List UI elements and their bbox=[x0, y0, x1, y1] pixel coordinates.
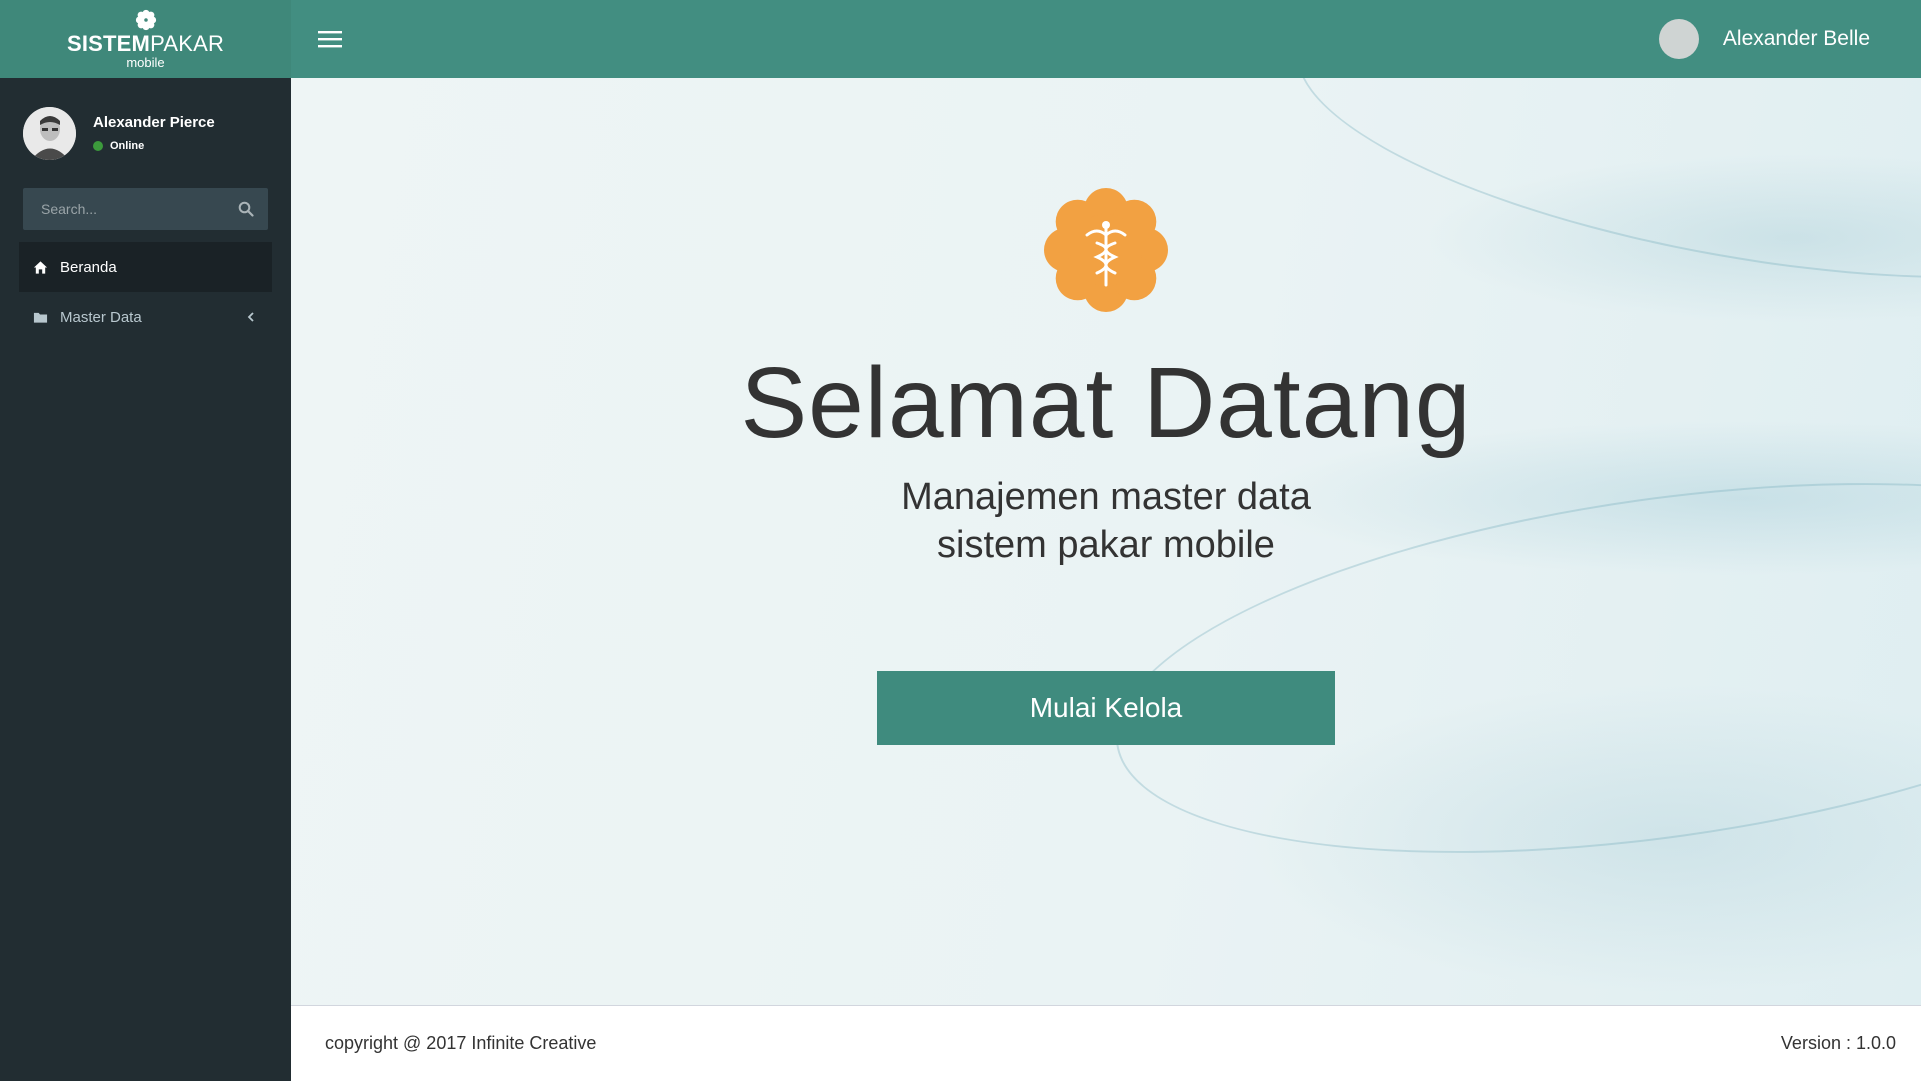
flower-logo-icon bbox=[135, 9, 156, 30]
caduceus-flower-icon bbox=[1044, 188, 1168, 312]
sidebar-item-label: Beranda bbox=[60, 258, 117, 276]
sidebar-item-master-data[interactable]: Master Data bbox=[19, 292, 272, 342]
search-input[interactable] bbox=[39, 200, 219, 218]
brand-title: SISTEMPAKAR bbox=[66, 30, 225, 56]
app-window: SISTEMPAKAR mobile Alexander Pierce Onli bbox=[0, 0, 1921, 1081]
online-dot-icon bbox=[93, 141, 103, 151]
header-user-menu[interactable]: Alexander Belle bbox=[1658, 19, 1870, 59]
start-manage-button[interactable]: Mulai Kelola bbox=[877, 671, 1335, 745]
user-info: Alexander Pierce Online bbox=[93, 114, 215, 152]
user-status-label: Online bbox=[110, 140, 145, 152]
header-user-name: Alexander Belle bbox=[1722, 27, 1870, 50]
sidebar: SISTEMPAKAR mobile Alexander Pierce Onli bbox=[0, 0, 291, 1081]
subtitle-line-2: sistem pakar mobile bbox=[937, 524, 1275, 566]
copyright-text: copyright @ 2017 Infinite Creative bbox=[325, 1033, 597, 1053]
user-panel: Alexander Pierce Online bbox=[0, 78, 291, 188]
user-name: Alexander Pierce bbox=[93, 114, 215, 131]
user-avatar-icon bbox=[23, 106, 76, 160]
header-avatar bbox=[1658, 19, 1699, 59]
main-content: Selamat Datang Manajemen master data sis… bbox=[291, 78, 1921, 1005]
page-title: Selamat Datang bbox=[740, 347, 1472, 459]
brand-logo[interactable]: SISTEMPAKAR mobile bbox=[0, 0, 291, 78]
sidebar-item-beranda[interactable]: Beranda bbox=[19, 242, 272, 292]
sidebar-search bbox=[23, 188, 268, 230]
search-icon[interactable] bbox=[238, 201, 254, 217]
hamburger-menu-icon[interactable] bbox=[318, 29, 342, 49]
home-icon bbox=[33, 260, 48, 274]
top-navbar: Alexander Belle bbox=[291, 0, 1921, 78]
footer: copyright @ 2017 Infinite Creative Versi… bbox=[291, 1005, 1921, 1081]
subtitle-line-1: Manajemen master data bbox=[901, 476, 1311, 518]
welcome-hero: Selamat Datang Manajemen master data sis… bbox=[291, 78, 1921, 1005]
folder-icon bbox=[33, 312, 48, 323]
user-status: Online bbox=[93, 140, 215, 152]
brand-title-bold: SISTEM bbox=[66, 30, 151, 56]
sidebar-menu: Beranda Master Data bbox=[0, 242, 291, 342]
version-text: Version : 1.0.0 bbox=[1780, 1033, 1896, 1053]
brand-subtitle: mobile bbox=[126, 54, 165, 70]
brand-title-regular: PAKAR bbox=[150, 30, 225, 56]
chevron-left-icon[interactable] bbox=[246, 311, 256, 323]
sidebar-item-label: Master Data bbox=[60, 308, 142, 326]
page-subtitle: Manajemen master data sistem pakar mobil… bbox=[901, 473, 1311, 569]
avatar bbox=[23, 106, 76, 160]
